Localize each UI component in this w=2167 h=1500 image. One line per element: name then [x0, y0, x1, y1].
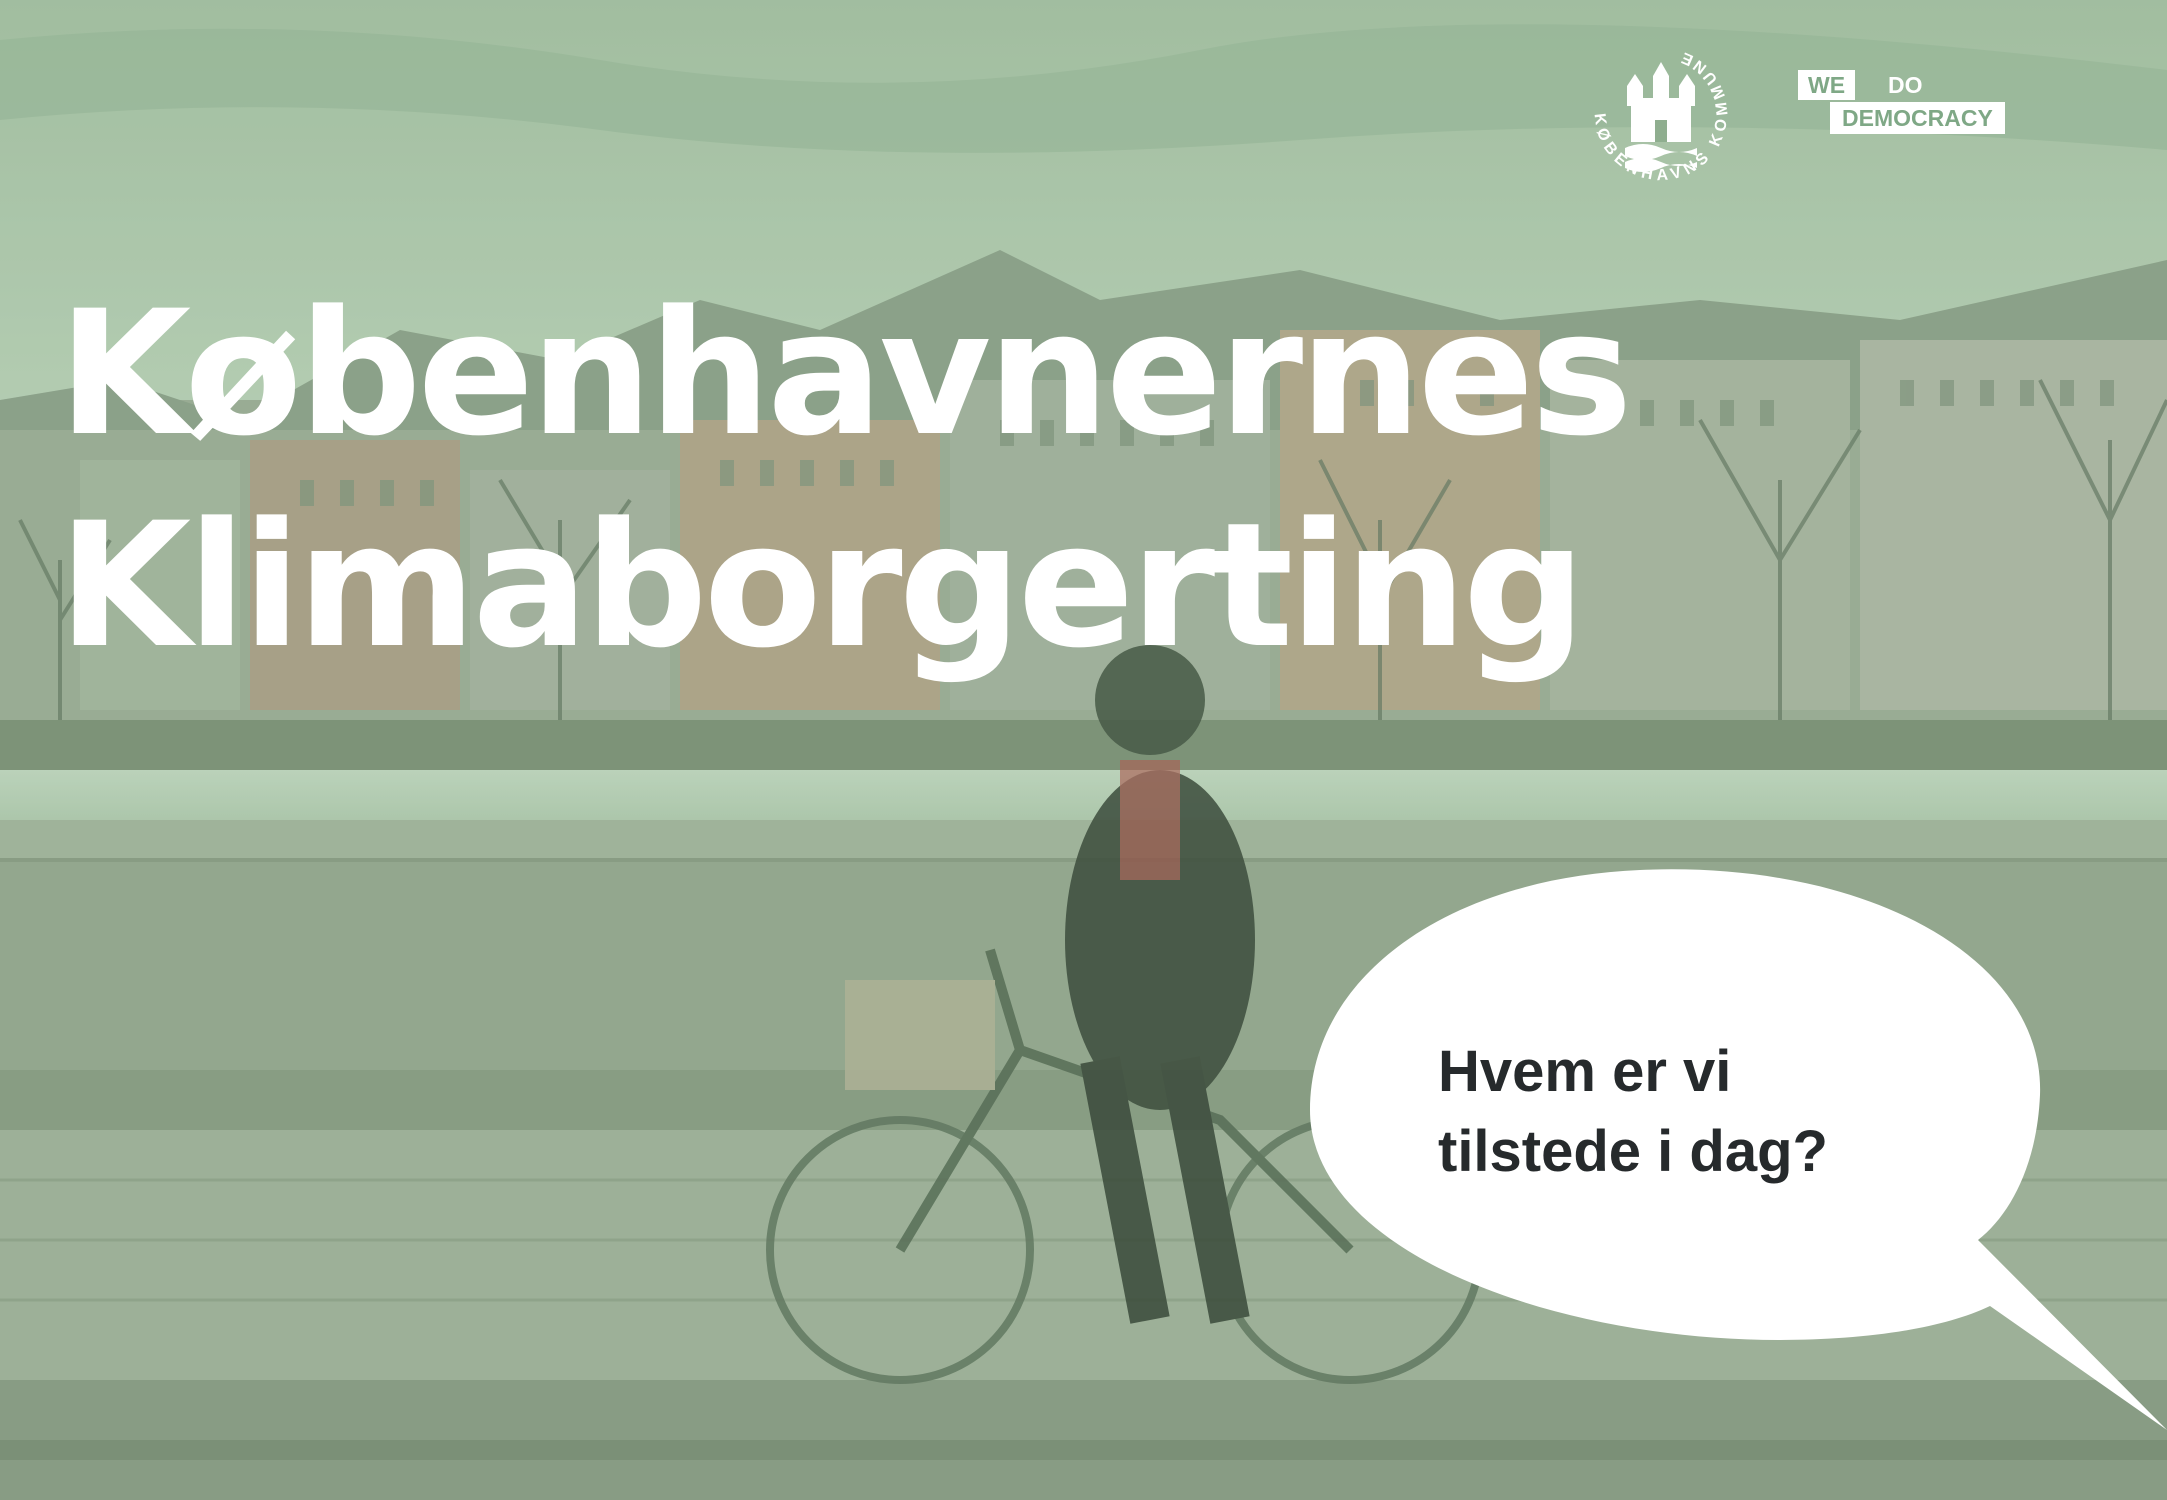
- logo-we: WE: [1798, 70, 1856, 100]
- bubble-line-2: tilstede i dag?: [1438, 1119, 1828, 1184]
- slide: Københavnernes Klimaborgerting KØBENHAVN…: [0, 0, 2167, 1500]
- logo-do: DO: [1888, 72, 1923, 98]
- title-line-1: Københavnernes: [58, 273, 1633, 474]
- copenhagen-coat-of-arms-icon: KØBENHAVNS KOMMUNE: [1591, 47, 1727, 185]
- speech-bubble-text: Hvem er vi tilstede i dag?: [1438, 1032, 1828, 1192]
- logo-democracy: DEMOCRACY: [1830, 102, 2005, 134]
- bubble-line-1: Hvem er vi: [1438, 1039, 1732, 1104]
- we-do-democracy-logo-icon: WE DO DEMOCRACY: [1798, 70, 2030, 134]
- title-line-2: Klimaborgerting: [58, 485, 1586, 686]
- slide-title: Københavnernes Klimaborgerting: [58, 268, 1633, 692]
